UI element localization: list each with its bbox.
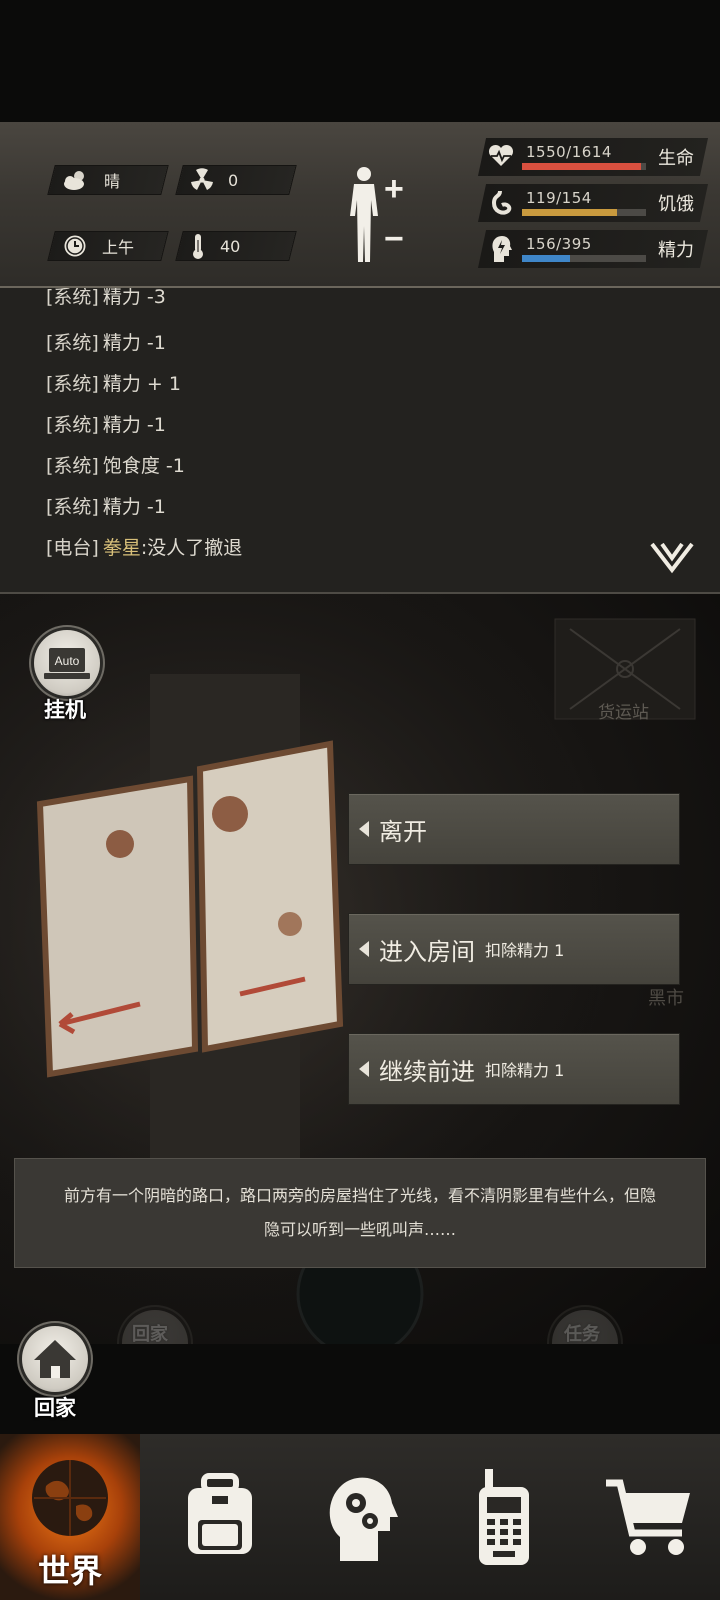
- hunger-label: 饥饿: [658, 194, 694, 215]
- energy-bar-fill: [522, 255, 571, 262]
- scene-description: 前方有一个阴暗的路口，路口两旁的房屋挡住了光线，看不清阴影里有些什么，但隐隐可以…: [64, 1186, 657, 1239]
- log-line: [电台] 拳星:没人了撤退: [46, 537, 243, 559]
- time-stat: 上午: [48, 232, 168, 260]
- choice-leave-button[interactable]: 离开: [349, 794, 679, 864]
- hunger-value: 119/154: [526, 189, 592, 207]
- house-icon: [34, 1340, 76, 1378]
- black-market-bg-label: 黑市: [648, 988, 684, 1009]
- temperature-stat: 40: [176, 232, 296, 260]
- globe-icon: [32, 1460, 108, 1536]
- scene-description-box: 前方有一个阴暗的路口，路口两旁的房屋挡住了光线，看不清阴影里有些什么，但隐隐可以…: [14, 1158, 706, 1268]
- choice-label: 离开: [379, 817, 427, 846]
- log-line: [系统] 精力 -1: [46, 414, 166, 436]
- thermometer-icon: [193, 234, 203, 259]
- body-silhouette-icon: + −: [350, 167, 404, 262]
- health-stat: 1550/1614 生命: [477, 138, 709, 176]
- left-arrow-icon: [359, 821, 369, 837]
- nav-world-label: 世界: [38, 1552, 103, 1590]
- stomach-icon: [491, 190, 512, 215]
- hunger-stat: 119/154 饥饿: [477, 184, 709, 222]
- nav-radio-tab[interactable]: [434, 1434, 574, 1600]
- message-log[interactable]: [系统] 精力 -3 [系统] 精力 -1 [系统] 精力 + 1 [系统] 精力 -1…: [0, 288, 720, 594]
- log-line: [系统] 精力 -1: [46, 496, 166, 518]
- weather-stat: 晴: [48, 166, 168, 194]
- log-line: [系统] 精力 + 1: [46, 373, 181, 395]
- energy-head-icon: [492, 236, 512, 262]
- shopping-cart-icon: [606, 1479, 690, 1555]
- walkie-talkie-icon: [479, 1469, 529, 1565]
- nav-backpack-tab[interactable]: [150, 1434, 290, 1600]
- expand-log-button[interactable]: [648, 540, 696, 576]
- choice-label: 继续前进: [379, 1057, 475, 1086]
- double-chevron-down-icon: [650, 542, 694, 574]
- choice-continue-button[interactable]: 继续前进 扣除精力 1: [349, 1034, 679, 1104]
- hunger-bar-fill: [522, 209, 618, 216]
- energy-value: 156/395: [526, 235, 592, 253]
- weather-label: 晴: [104, 172, 121, 191]
- health-label: 生命: [658, 148, 694, 169]
- left-arrow-icon: [359, 1061, 369, 1077]
- bottom-nav: 世界: [0, 1434, 720, 1600]
- auto-idle-button[interactable]: Auto: [34, 630, 100, 696]
- nav-world-tab[interactable]: 世界: [0, 1434, 140, 1600]
- temperature-value: 40: [220, 236, 241, 256]
- log-line: [系统] 精力 -3: [46, 288, 166, 308]
- heart-icon: [488, 144, 514, 166]
- left-arrow-icon: [359, 941, 369, 957]
- nav-shop-tab[interactable]: [580, 1434, 720, 1600]
- body-status-button[interactable]: + −: [346, 164, 426, 264]
- status-header: 晴 0 上午 40 + − 1550/1614 生命 119/154 饥饿 15…: [0, 122, 720, 288]
- log-line: [系统] 饱食度 -1: [46, 455, 185, 477]
- health-value: 1550/1614: [526, 143, 612, 161]
- freight-station-bg-label: 货运站: [598, 703, 649, 723]
- radiation-value: 0: [228, 170, 239, 190]
- energy-bar: [522, 255, 646, 262]
- minus-sign: −: [384, 220, 404, 258]
- home-label: 回家: [34, 1396, 76, 1420]
- backpack-icon: [188, 1473, 252, 1554]
- plus-sign: +: [384, 170, 404, 208]
- nav-skills-tab[interactable]: [292, 1434, 432, 1600]
- energy-label: 精力: [658, 240, 694, 261]
- head-gears-icon: [329, 1477, 398, 1561]
- auto-badge-text: Auto: [55, 654, 80, 668]
- clock-icon: [63, 234, 87, 258]
- auto-idle-label: 挂机: [44, 698, 86, 722]
- choice-cost: 扣除精力 1: [485, 1061, 565, 1080]
- health-bar: [522, 163, 646, 170]
- radiation-stat: 0: [176, 166, 296, 194]
- health-bar-fill: [522, 163, 642, 170]
- radiation-icon: [191, 168, 213, 190]
- faded-quest-label: 任务: [564, 1324, 600, 1344]
- choice-cost: 扣除精力 1: [485, 941, 565, 960]
- energy-stat: 156/395 精力: [477, 230, 709, 268]
- log-line: [系统] 精力 -1: [46, 332, 166, 354]
- choice-label: 进入房间: [379, 937, 475, 966]
- cloud-sun-icon: [64, 171, 84, 190]
- auto-laptop-icon: Auto: [44, 648, 90, 679]
- hunger-bar: [522, 209, 646, 216]
- faded-home-label: 回家: [132, 1324, 168, 1344]
- home-button[interactable]: [22, 1326, 88, 1392]
- choice-enter-room-button[interactable]: 进入房间 扣除精力 1: [349, 914, 679, 984]
- time-label: 上午: [102, 238, 135, 257]
